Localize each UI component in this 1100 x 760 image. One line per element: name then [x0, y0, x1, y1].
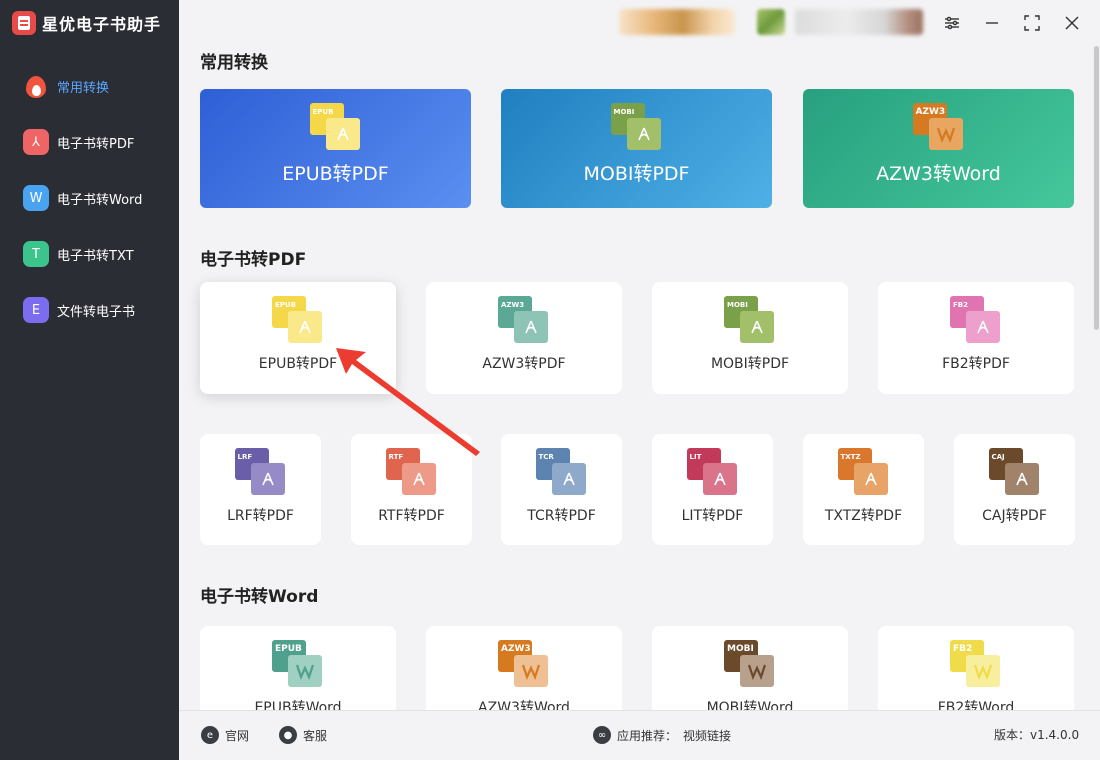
- card-label: CAJ转PDF: [982, 508, 1047, 524]
- ebook-to-pdf-icon: MOBI: [610, 103, 663, 153]
- version-label: 版本：v1.4.0.0: [994, 728, 1080, 742]
- pdf-card-caj[interactable]: CAJ CAJ转PDF: [954, 434, 1075, 545]
- sidebar-item-label: 常用转换: [57, 80, 110, 96]
- app-recommend: ∞ 应用推荐： 视频链接: [593, 726, 731, 744]
- ebook-to-word-icon: MOBI: [724, 640, 776, 690]
- ebook-to-pdf-icon: FB2: [950, 296, 1002, 346]
- browser-icon: e: [201, 726, 219, 744]
- title-bar: [179, 0, 1100, 46]
- ebook-icon: E: [23, 297, 49, 323]
- settings-sliders-icon[interactable]: [941, 12, 963, 34]
- word-card-azw3[interactable]: AZW3 AZW3转Word: [426, 626, 622, 710]
- word-icon: W: [23, 185, 49, 211]
- customer-service-link[interactable]: ● 客服: [279, 726, 327, 744]
- main-content: 常用转换 电子书转PDF 电子书转Word EPUB EPUB转PDF MOBI MO…: [179, 46, 1092, 710]
- card-label: MOBI转PDF: [583, 163, 690, 185]
- service-label: 客服: [303, 728, 328, 743]
- word-card-fb2[interactable]: FB2 FB2转Word: [878, 626, 1074, 710]
- website-link[interactable]: e 官网: [201, 726, 249, 744]
- section-title-common: 常用转换: [200, 53, 268, 73]
- pdf-icon: ⅄: [23, 129, 49, 155]
- ebook-to-pdf-icon: EPUB: [272, 296, 324, 346]
- sidebar-nav: 常用转换 ⅄ 电子书转PDF W 电子书转Word T 电子书转TXT E 文件转电子书: [0, 58, 179, 338]
- txt-icon: T: [23, 241, 49, 267]
- ebook-to-word-icon: FB2: [950, 640, 1002, 690]
- ebook-to-pdf-icon: CAJ: [988, 448, 1041, 498]
- pdf-card-mobi[interactable]: MOBI MOBI转PDF: [652, 282, 848, 394]
- ebook-to-pdf-icon: EPUB: [309, 103, 362, 153]
- pdf-card-rtf[interactable]: RTF RTF转PDF: [351, 434, 472, 545]
- blurred-user-info: [619, 9, 735, 35]
- card-label: TCR转PDF: [527, 508, 596, 524]
- recommend-link[interactable]: 视频链接: [683, 727, 731, 744]
- ebook-to-pdf-icon: LIT: [686, 448, 739, 498]
- card-label: EPUB转PDF: [258, 356, 338, 372]
- blurred-user-name: [795, 9, 923, 35]
- section-title-word: 电子书转Word: [200, 587, 319, 607]
- ebook-to-word-icon: EPUB: [272, 640, 324, 690]
- pdf-card-lrf[interactable]: LRF LRF转PDF: [200, 434, 321, 545]
- section-title-pdf: 电子书转PDF: [200, 250, 307, 270]
- ebook-to-pdf-icon: MOBI: [724, 296, 776, 346]
- sidebar-item-label: 电子书转PDF: [57, 136, 135, 152]
- flame-icon: [23, 72, 49, 100]
- pdf-card-tcr[interactable]: TCR TCR转PDF: [501, 434, 622, 545]
- ebook-to-word-icon: AZW3: [912, 103, 965, 153]
- card-label: LIT转PDF: [681, 508, 744, 524]
- sidebar-item-1[interactable]: ⅄ 电子书转PDF: [0, 114, 179, 170]
- version-info: 版本：v1.4.0.0: [994, 726, 1079, 743]
- ebook-to-word-icon: AZW3: [498, 640, 550, 690]
- close-icon[interactable]: [1061, 12, 1083, 34]
- pdf-card-fb2[interactable]: FB2 FB2转PDF: [878, 282, 1074, 394]
- pdf-card-txtz[interactable]: TXTZ TXTZ转PDF: [803, 434, 924, 545]
- sidebar-item-label: 电子书转TXT: [57, 248, 134, 264]
- recommend-label: 应用推荐：: [617, 728, 678, 743]
- scrollbar-thumb[interactable]: [1094, 46, 1099, 330]
- app-header: 星优电子书助手: [0, 0, 179, 46]
- website-label: 官网: [225, 728, 250, 743]
- ebook-to-pdf-icon: TCR: [535, 448, 588, 498]
- link-icon: ∞: [593, 726, 611, 744]
- sidebar-item-2[interactable]: W 电子书转Word: [0, 170, 179, 226]
- footer: e 官网 ● 客服 ∞ 应用推荐： 视频链接 版本：v1.4.0.0: [179, 710, 1100, 760]
- word-card-epub[interactable]: EPUB EPUB转Word: [200, 626, 396, 710]
- card-label: MOBI转Word: [706, 700, 794, 710]
- maximize-icon[interactable]: [1021, 12, 1043, 34]
- card-label: FB2转Word: [937, 700, 1015, 710]
- ebook-to-pdf-icon: LRF: [234, 448, 287, 498]
- card-label: FB2转PDF: [942, 356, 1010, 372]
- pdf-card-epub[interactable]: EPUB EPUB转PDF: [200, 282, 396, 394]
- pdf-card-azw3[interactable]: AZW3 AZW3转PDF: [426, 282, 622, 394]
- ebook-to-pdf-icon: RTF: [385, 448, 438, 498]
- card-label: EPUB转PDF: [282, 163, 389, 185]
- card-label: LRF转PDF: [227, 508, 294, 524]
- blurred-user-avatar: [757, 9, 785, 35]
- pdf-card-lit[interactable]: LIT LIT转PDF: [652, 434, 773, 545]
- common-card-epub[interactable]: EPUB EPUB转PDF: [200, 89, 471, 208]
- card-label: AZW3转Word: [876, 163, 1001, 185]
- minimize-icon[interactable]: [981, 12, 1003, 34]
- common-card-azw3[interactable]: AZW3 AZW3转Word: [803, 89, 1074, 208]
- sidebar-item-label: 文件转电子书: [57, 304, 136, 320]
- scrollbar[interactable]: [1093, 46, 1100, 710]
- app-logo-icon: [12, 11, 36, 35]
- card-label: AZW3转PDF: [482, 356, 566, 372]
- card-label: EPUB转Word: [254, 700, 342, 710]
- card-label: AZW3转Word: [478, 700, 570, 710]
- sidebar-item-label: 电子书转Word: [57, 192, 143, 208]
- common-card-mobi[interactable]: MOBI MOBI转PDF: [501, 89, 772, 208]
- card-label: TXTZ转PDF: [824, 508, 903, 524]
- sidebar-item-3[interactable]: T 电子书转TXT: [0, 226, 179, 282]
- sidebar-item-0[interactable]: 常用转换: [0, 58, 179, 114]
- chat-icon: ●: [279, 726, 297, 744]
- ebook-to-pdf-icon: TXTZ: [837, 448, 890, 498]
- sidebar-item-4[interactable]: E 文件转电子书: [0, 282, 179, 338]
- app-title: 星优电子书助手: [42, 15, 162, 34]
- card-label: MOBI转PDF: [710, 356, 790, 372]
- word-card-mobi[interactable]: MOBI MOBI转Word: [652, 626, 848, 710]
- sidebar: 星优电子书助手 常用转换 ⅄ 电子书转PDF W 电子书转Word T 电子书转TXT E 文件…: [0, 0, 179, 760]
- ebook-to-pdf-icon: AZW3: [498, 296, 550, 346]
- card-label: RTF转PDF: [378, 508, 445, 524]
